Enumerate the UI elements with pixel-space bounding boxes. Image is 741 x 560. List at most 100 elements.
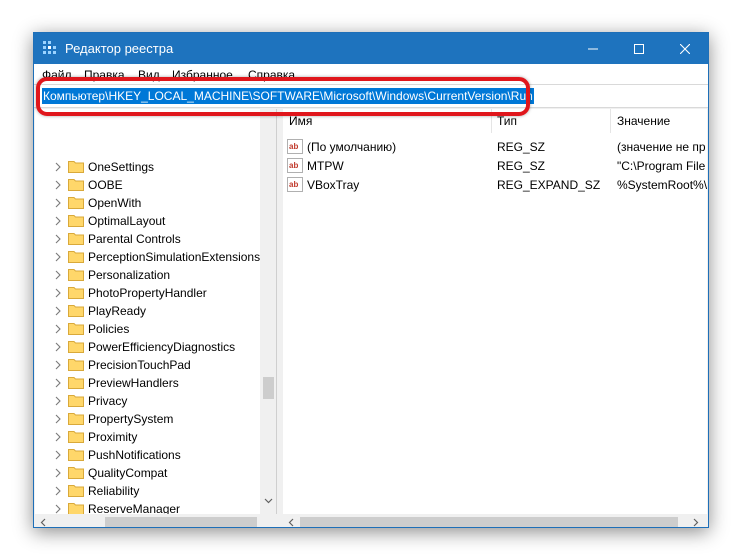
tree-item[interactable]: PhotoPropertyHandler: [35, 284, 260, 302]
string-value-icon: ab: [287, 158, 303, 173]
tree-item[interactable]: PowerEfficiencyDiagnostics: [35, 338, 260, 356]
value-type: REG_SZ: [497, 140, 546, 154]
tree-item-label: ReserveManager: [88, 502, 181, 514]
column-name[interactable]: Имя: [289, 114, 312, 128]
tree-horizontal-scrollbar[interactable]: [35, 514, 276, 528]
maximize-icon: [634, 43, 644, 54]
title-bar[interactable]: Редактор реестра: [34, 33, 708, 64]
minimize-button[interactable]: [570, 33, 616, 64]
chevron-right-icon[interactable]: [53, 197, 63, 209]
tree-hscroll-thumb[interactable]: [105, 517, 257, 527]
chevron-right-icon[interactable]: [53, 359, 63, 371]
chevron-right-icon[interactable]: [53, 449, 63, 461]
tree-item[interactable]: PreviewHandlers: [35, 374, 260, 392]
values-horizontal-scrollbar[interactable]: [283, 514, 707, 528]
column-divider[interactable]: [610, 109, 611, 133]
value-data: (значение не пр: [617, 140, 706, 154]
maximize-button[interactable]: [616, 33, 662, 64]
value-name: (По умолчанию): [307, 140, 397, 154]
menu-favorites[interactable]: Избранное: [172, 68, 233, 82]
chevron-right-icon[interactable]: [53, 395, 63, 407]
tree-item[interactable]: PrecisionTouchPad: [35, 356, 260, 374]
svg-text:ab: ab: [289, 180, 298, 189]
tree-item[interactable]: PushNotifications: [35, 446, 260, 464]
chevron-right-icon[interactable]: [53, 323, 63, 335]
chevron-right-icon[interactable]: [53, 215, 63, 227]
chevron-right-icon[interactable]: [53, 431, 63, 443]
tree-item-label: PhotoPropertyHandler: [88, 286, 207, 300]
address-path[interactable]: Компьютер\HKEY_LOCAL_MACHINE\SOFTWARE\Mi…: [42, 88, 534, 104]
values-list[interactable]: Имя Тип Значение ab (По умолчанию) REG_SZ (…: [283, 109, 707, 514]
chevron-right-icon[interactable]: [53, 413, 63, 425]
folder-icon: [68, 233, 84, 245]
value-name: MTPW: [307, 159, 344, 173]
tree-item[interactable]: OpenWith: [35, 194, 260, 212]
chevron-right-icon[interactable]: [53, 269, 63, 281]
key-tree[interactable]: OneSettings OOBE OpenWith OptimalLayout Pare…: [35, 109, 277, 514]
folder-icon: [68, 377, 84, 389]
tree-item[interactable]: OOBE: [35, 176, 260, 194]
column-data[interactable]: Значение: [617, 114, 670, 128]
tree-item[interactable]: QualityCompat: [35, 464, 260, 482]
tree-item-label: Proximity: [88, 430, 138, 444]
tree-item-label: Privacy: [88, 394, 128, 408]
window-title: Редактор реестра: [65, 41, 174, 56]
tree-scroll-thumb[interactable]: [263, 377, 274, 399]
tree-item[interactable]: PropertySystem: [35, 410, 260, 428]
value-row[interactable]: ab VBoxTray REG_EXPAND_SZ %SystemRoot%\: [283, 175, 707, 194]
value-row[interactable]: ab MTPW REG_SZ "C:\Program File: [283, 156, 707, 175]
chevron-right-icon[interactable]: [53, 467, 63, 479]
menu-file[interactable]: Файл: [42, 68, 72, 82]
folder-icon: [68, 179, 84, 191]
tree-item[interactable]: Policies: [35, 320, 260, 338]
chevron-right-icon[interactable]: [53, 251, 63, 263]
chevron-left-icon[interactable]: [287, 517, 295, 528]
string-value-icon: ab: [287, 139, 303, 154]
tree-item-label: PushNotifications: [88, 448, 181, 462]
chevron-left-icon[interactable]: [39, 517, 47, 528]
tree-item-label: PrecisionTouchPad: [88, 358, 191, 372]
folder-icon: [68, 287, 84, 299]
tree-item-label: PreviewHandlers: [88, 376, 179, 390]
chevron-down-icon[interactable]: [263, 497, 274, 505]
value-type: REG_EXPAND_SZ: [497, 178, 601, 192]
tree-item-label: PerceptionSimulationExtensions: [88, 250, 261, 264]
chevron-right-icon[interactable]: [692, 517, 700, 528]
tree-item[interactable]: Parental Controls: [35, 230, 260, 248]
tree-vertical-scrollbar[interactable]: [260, 109, 276, 514]
chevron-right-icon[interactable]: [53, 305, 63, 317]
chevron-right-icon[interactable]: [53, 377, 63, 389]
folder-icon: [68, 341, 84, 353]
tree-item[interactable]: PlayReady: [35, 302, 260, 320]
column-divider[interactable]: [491, 109, 492, 133]
menu-help[interactable]: Справка: [248, 68, 295, 82]
chevron-right-icon[interactable]: [53, 485, 63, 497]
menu-view[interactable]: Вид: [138, 68, 160, 82]
tree-item[interactable]: Privacy: [35, 392, 260, 410]
tree-item-label: Reliability: [88, 484, 140, 498]
tree-item[interactable]: OneSettings: [35, 158, 260, 176]
column-type[interactable]: Тип: [497, 114, 517, 128]
chevron-right-icon[interactable]: [53, 503, 63, 514]
tree-item[interactable]: Reliability: [35, 482, 260, 500]
tree-item[interactable]: Proximity: [35, 428, 260, 446]
tree-item-label: OneSettings: [88, 160, 155, 174]
tree-item[interactable]: OptimalLayout: [35, 212, 260, 230]
chevron-right-icon[interactable]: [53, 179, 63, 191]
chevron-right-icon[interactable]: [53, 233, 63, 245]
tree-item[interactable]: ReserveManager: [35, 500, 260, 514]
folder-icon: [68, 197, 84, 209]
menu-edit[interactable]: Правка: [84, 68, 125, 82]
chevron-right-icon[interactable]: [53, 287, 63, 299]
chevron-right-icon[interactable]: [53, 161, 63, 173]
address-bar[interactable]: Компьютер\HKEY_LOCAL_MACHINE\SOFTWARE\Mi…: [34, 84, 708, 108]
minimize-icon: [588, 48, 598, 49]
values-hscroll-thumb[interactable]: [300, 517, 678, 527]
tree-item[interactable]: PerceptionSimulationExtensions: [35, 248, 260, 266]
chevron-right-icon[interactable]: [53, 341, 63, 353]
value-row[interactable]: ab (По умолчанию) REG_SZ (значение не пр: [283, 137, 707, 156]
tree-item-label: OOBE: [88, 178, 123, 192]
tree-item-label: OptimalLayout: [88, 214, 166, 228]
close-button[interactable]: [662, 33, 708, 64]
tree-item[interactable]: Personalization: [35, 266, 260, 284]
